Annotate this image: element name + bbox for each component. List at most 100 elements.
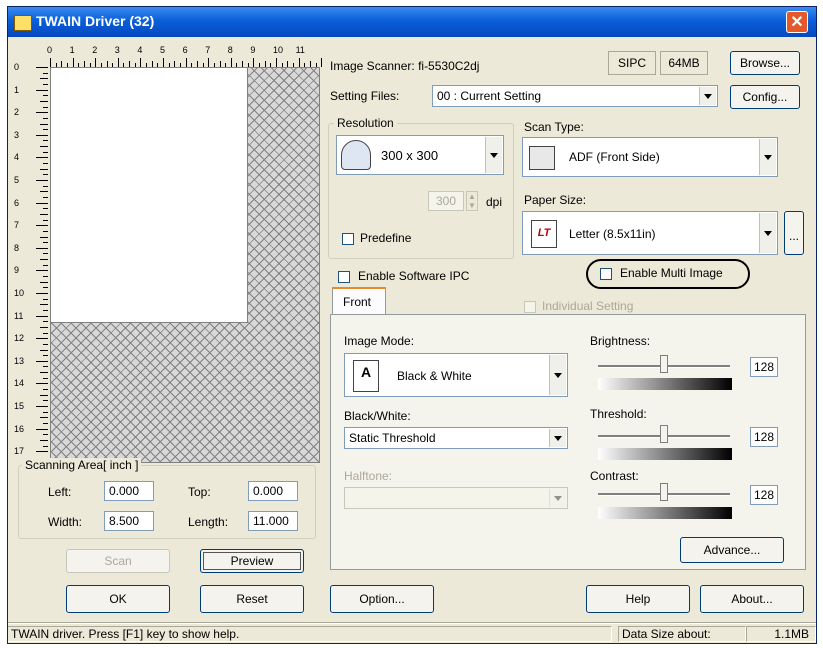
ruler-tick [36,89,48,91]
paper-size-more-button[interactable]: ... [784,211,804,255]
ruler-tick [43,332,48,334]
ruler-left-label: 4 [14,152,20,163]
ruler-tick [43,276,48,278]
browse-button[interactable]: Browse... [730,51,800,75]
ruler-top-label: 8 [227,45,233,55]
individual-setting-checkbox[interactable] [524,301,536,313]
brightness-value[interactable]: 128 [750,357,778,377]
ruler-tick [43,151,48,153]
about-button[interactable]: About... [700,585,804,613]
memory-indicator: 64MB [660,51,708,75]
reset-button[interactable]: Reset [200,585,304,613]
resolution-select[interactable]: 300 x 300 [336,135,504,175]
ruler-tick [36,383,48,385]
scan-type-select[interactable]: ADF (Front Side) [522,137,778,177]
paper-size-label: Paper Size: [524,193,587,207]
dpi-spinner[interactable]: 300 [428,191,464,211]
ruler-tick [36,360,48,362]
ruler-left-label: 16 [14,423,25,434]
ruler-tick [36,293,48,294]
ruler-tick [43,219,48,221]
chevron-down-icon [699,87,716,105]
paper-letter-icon: LT [531,220,557,248]
paper-size-select[interactable]: LT Letter (8.5x11in) [522,211,778,255]
ruler-tick [40,191,48,193]
contrast-slider-thumb[interactable] [660,483,668,501]
ruler-tick [40,326,48,328]
ruler-tick [163,58,164,67]
dpi-unit: dpi [486,195,503,209]
window-title: TWAIN Driver (32) [36,13,155,29]
threshold-slider-thumb[interactable] [660,425,668,443]
predefine-checkbox[interactable] [342,233,354,245]
width-input[interactable]: 8.500 [104,511,154,531]
ruler-left-label: 14 [14,378,25,389]
ruler-tick [40,281,48,283]
setting-files-select[interactable]: 00 : Current Setting [432,85,718,107]
width-value: 8.500 [109,514,140,528]
ruler-top-label: 2 [92,45,98,55]
scan-button[interactable]: Scan [66,549,170,573]
dpi-spin-arrows[interactable]: ▲ ▼ [466,191,478,211]
config-button[interactable]: Config... [730,85,800,109]
scanner-model: fi-5530C2dj [418,59,480,73]
left-value: 0.000 [109,484,140,498]
ruler-tick [43,355,48,357]
contrast-label: Contrast: [590,469,639,483]
contrast-value[interactable]: 128 [750,485,778,505]
paper-icon-text: LT [537,227,551,239]
software-ipc-checkbox[interactable] [338,271,350,283]
advance-button[interactable]: Advance... [680,537,784,563]
ruler-left: 0 1 2 3 4 5 6 7 8 9 10 11 12 13 14 15 16 17 [12,62,48,463]
ruler-tick [36,134,48,136]
close-icon: ✕ [790,14,804,31]
tab-front[interactable]: Front [332,287,386,315]
ruler-tick [40,394,48,396]
individual-setting-label: Individual Setting [542,299,634,313]
ruler-top-label: 10 [273,45,284,55]
ruler-tick [43,196,48,198]
ruler-tick [43,117,48,119]
ruler-tick [43,140,48,142]
ruler-top-label: 1 [69,45,75,55]
ruler-tick [40,78,48,80]
scan-type-label: Scan Type: [524,120,584,134]
threshold-value[interactable]: 128 [750,427,778,447]
ruler-top-label: 5 [160,45,166,55]
length-input[interactable]: 11.000 [248,511,298,531]
brightness-label: Brightness: [590,334,651,348]
ruler-tick [43,185,48,187]
ruler-tick [43,377,48,379]
ruler-left-label: 9 [14,265,20,276]
ruler-left-label: 10 [14,288,25,298]
ruler-left-label: 0 [14,62,20,72]
software-ipc-label: Enable Software IPC [358,269,470,283]
contrast-gradient [598,507,732,519]
ruler-tick [43,264,48,266]
left-input[interactable]: 0.000 [104,481,154,501]
ruler-tick [43,287,48,289]
ruler-tick [36,247,48,249]
length-label: Length: [188,515,229,529]
setting-files-value: 00 : Current Setting [437,89,542,103]
ruler-left-label: 11 [14,310,24,321]
option-button[interactable]: Option... [330,585,434,613]
image-scanner-caption: Image Scanner: [330,59,415,73]
left-label: Left: [48,485,72,499]
image-mode-select[interactable]: A Black & White [344,353,568,397]
multi-image-checkbox[interactable] [600,268,612,280]
ok-button[interactable]: OK [66,585,170,613]
help-button[interactable]: Help [586,585,690,613]
brightness-slider-thumb[interactable] [660,355,668,373]
ruler-tick [185,58,187,67]
close-button[interactable]: ✕ [786,11,808,33]
halftone-select[interactable] [344,487,568,509]
preview-button[interactable]: Preview [200,549,304,573]
top-value: 0.000 [253,484,284,498]
title-bar: TWAIN Driver (32) ✕ [8,7,816,37]
resolution-icon [341,140,371,170]
scan-page-area[interactable] [51,68,248,323]
preview-area[interactable]: 0 1 2 3 4 5 6 7 8 9 10 11 0 1 2 3 4 5 6 7 8 9 10 11 12 13 14 15 16 1… [12,45,323,463]
top-input[interactable]: 0.000 [248,481,298,501]
black-white-select[interactable]: Static Threshold [344,427,568,449]
